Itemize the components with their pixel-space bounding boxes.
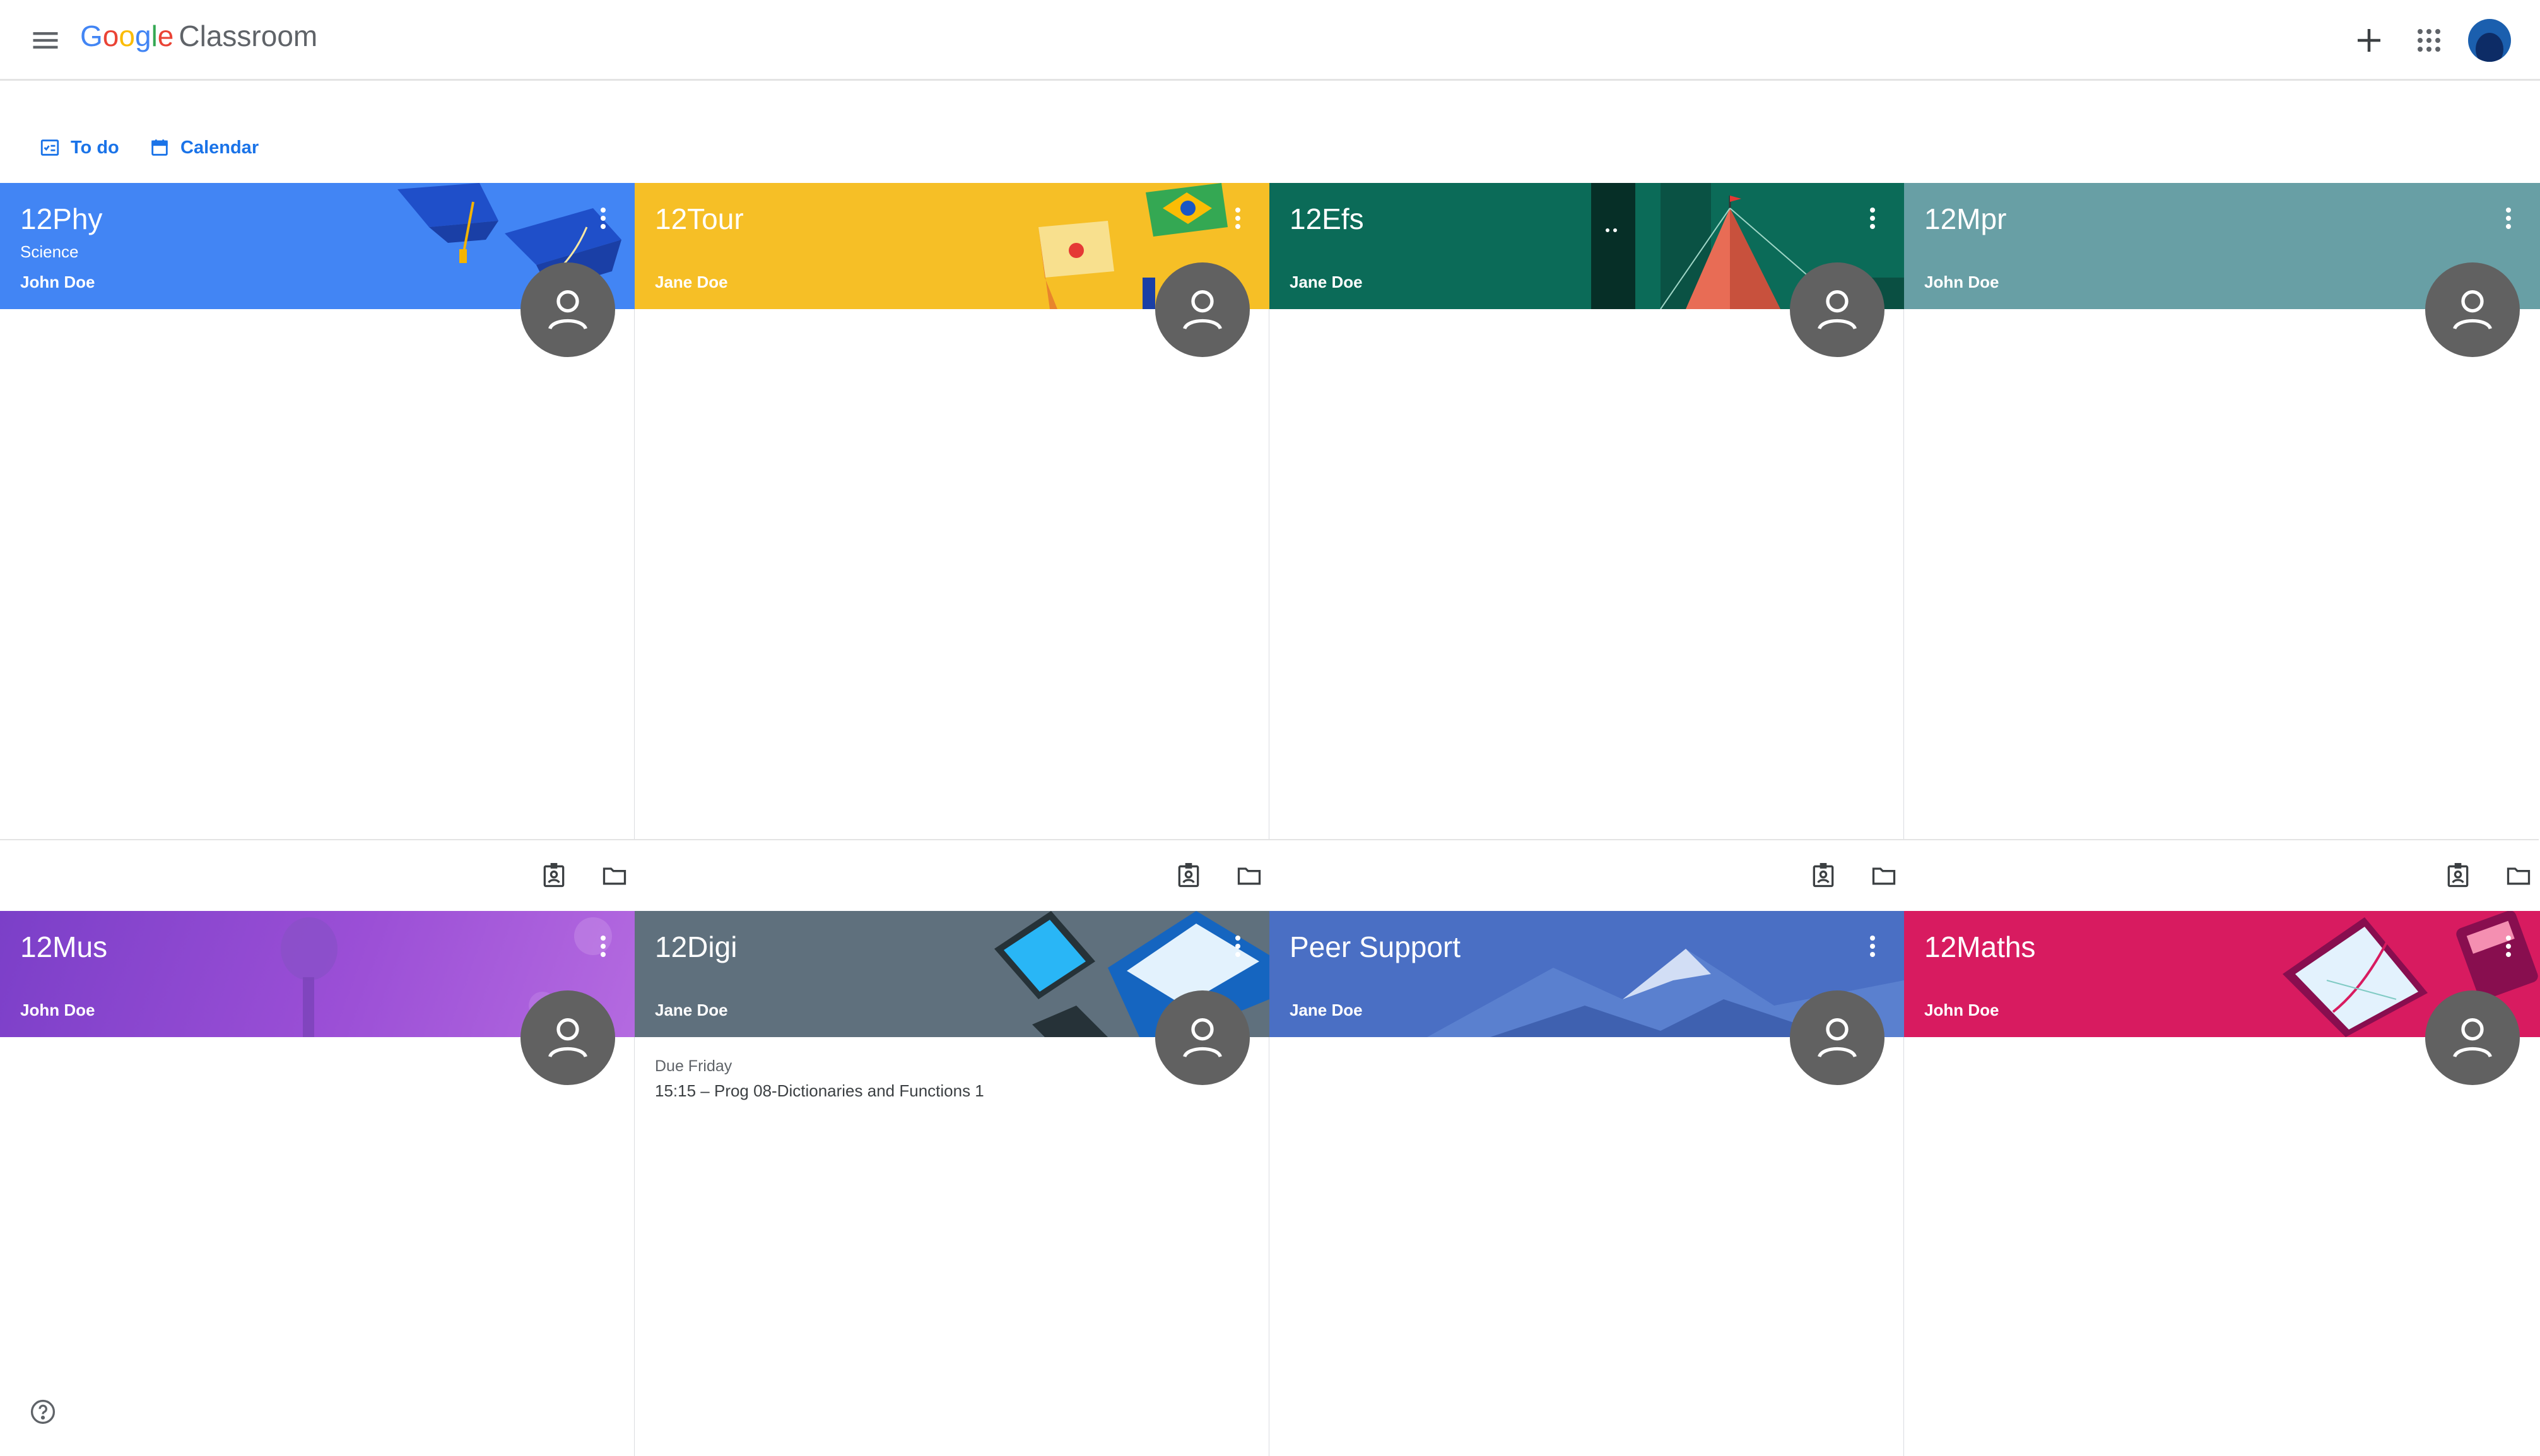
person-icon <box>2453 290 2492 330</box>
more-vert-icon[interactable] <box>597 204 609 235</box>
teacher-avatar <box>1155 262 1250 357</box>
class-teacher: John Doe <box>1924 273 1999 291</box>
assignment-ind-icon[interactable] <box>1809 862 1837 889</box>
person-icon <box>1818 1018 1857 1058</box>
person-icon <box>1183 290 1222 330</box>
more-vert-icon[interactable] <box>1232 932 1244 963</box>
more-vert-icon[interactable] <box>1866 932 1879 963</box>
due-label: Due Friday <box>655 1057 732 1075</box>
plus-icon[interactable] <box>2352 23 2386 57</box>
class-card: 12Phy Science John Doe <box>0 183 635 888</box>
class-teacher: Jane Doe <box>1290 273 1363 291</box>
class-teacher: John Doe <box>20 273 95 291</box>
top-app-bar: Google Classroom <box>0 0 2540 81</box>
person-icon <box>548 290 587 330</box>
assignment-ind-icon[interactable] <box>540 862 568 889</box>
class-title[interactable]: 12Phy <box>20 202 102 236</box>
class-title[interactable]: 12Efs <box>1290 202 1364 236</box>
calendar-icon <box>151 139 168 156</box>
assignment-ind-icon[interactable] <box>2444 862 2472 889</box>
class-card: 12Tour Jane Doe <box>635 183 1269 888</box>
class-title[interactable]: Peer Support <box>1290 930 1461 964</box>
class-teacher: Jane Doe <box>1290 1001 1363 1019</box>
logo-google: Google <box>80 20 174 52</box>
class-teacher: Jane Doe <box>655 273 728 291</box>
more-vert-icon[interactable] <box>1232 204 1244 235</box>
class-title[interactable]: 12Mus <box>20 930 107 964</box>
more-vert-icon[interactable] <box>2502 932 2515 963</box>
class-title[interactable]: 12Mpr <box>1924 202 2006 236</box>
card-actions <box>635 839 1269 910</box>
card-actions <box>0 839 635 910</box>
card-actions <box>1269 839 1904 910</box>
class-teacher: John Doe <box>20 1001 95 1019</box>
assignment-icon <box>40 139 59 156</box>
teacher-avatar <box>520 262 615 357</box>
folder-icon[interactable] <box>2505 862 2532 889</box>
account-avatar-image <box>2476 33 2503 62</box>
teacher-avatar <box>2425 990 2520 1085</box>
class-teacher: Jane Doe <box>655 1001 728 1019</box>
folder-icon[interactable] <box>1235 862 1263 889</box>
person-icon <box>548 1018 587 1058</box>
calendar-link[interactable]: Calendar <box>149 134 259 161</box>
class-teacher: John Doe <box>1924 1001 1999 1019</box>
class-card: 12Efs Jane Doe <box>1269 183 1904 888</box>
google-classroom-logo[interactable]: Google Classroom <box>80 19 317 53</box>
due-assignment-link[interactable]: 15:15 – Prog 08-Dictionaries and Functio… <box>655 1081 984 1101</box>
class-title[interactable]: 12Tour <box>655 202 744 236</box>
google-apps-icon[interactable] <box>2414 25 2444 56</box>
class-card: 12Maths John Doe <box>1904 911 2540 1456</box>
person-icon <box>1818 290 1857 330</box>
class-card: 12Mus John Doe <box>0 911 635 1456</box>
more-vert-icon[interactable] <box>1866 204 1879 235</box>
more-vert-icon[interactable] <box>597 932 609 963</box>
teacher-avatar <box>1790 990 1884 1085</box>
person-icon <box>2453 1018 2492 1058</box>
teacher-avatar <box>2425 262 2520 357</box>
class-card: 12Mpr John Doe <box>1904 183 2540 888</box>
account-avatar[interactable] <box>2468 19 2511 62</box>
person-icon <box>1183 1018 1222 1058</box>
teacher-avatar <box>1155 990 1250 1085</box>
more-vert-icon[interactable] <box>2502 204 2515 235</box>
class-title[interactable]: 12Maths <box>1924 930 2035 964</box>
assignment-ind-icon[interactable] <box>1175 862 1202 889</box>
todo-label: To do <box>71 137 119 158</box>
card-actions <box>1904 839 2539 910</box>
class-section: Science <box>20 242 79 261</box>
todo-link[interactable]: To do <box>39 134 119 161</box>
class-card: 12Digi Jane Doe Due Friday 15:15 – Prog … <box>635 911 1269 1456</box>
folder-icon[interactable] <box>601 862 628 889</box>
folder-icon[interactable] <box>1870 862 1898 889</box>
teacher-avatar <box>1790 262 1884 357</box>
hamburger-menu-icon[interactable] <box>29 24 62 57</box>
teacher-avatar <box>520 990 615 1085</box>
help-icon[interactable] <box>29 1398 57 1426</box>
logo-product-name: Classroom <box>179 20 318 52</box>
class-title[interactable]: 12Digi <box>655 930 737 964</box>
calendar-label: Calendar <box>180 137 259 158</box>
class-card: Peer Support Jane Doe <box>1269 911 1904 1456</box>
